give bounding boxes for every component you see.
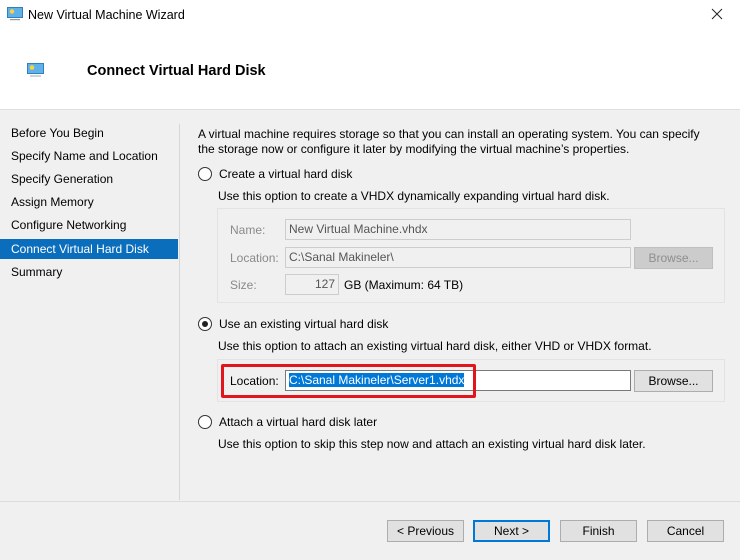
radio-button[interactable]: [198, 167, 212, 181]
size-label: Size:: [230, 278, 257, 292]
size-unit-label: GB (Maximum: 64 TB): [344, 278, 464, 292]
radio-attach-later[interactable]: Attach a virtual hard disk later: [198, 415, 377, 429]
selected-text: C:\Sanal Makineler\Server1.vhdx: [289, 373, 465, 387]
radio-label: Create a virtual hard disk: [219, 167, 353, 181]
page-title: Connect Virtual Hard Disk: [87, 63, 266, 79]
create-option-description: Use this option to create a VHDX dynamic…: [218, 189, 610, 203]
cancel-button[interactable]: Cancel: [647, 520, 724, 542]
intro-text: A virtual machine requires storage so th…: [198, 127, 700, 156]
wizard-header: Connect Virtual Hard Disk: [0, 30, 740, 110]
radio-use-existing-virtual-hard-disk[interactable]: Use an existing virtual hard disk: [198, 317, 388, 331]
existing-disk-group: Location: C:\Sanal Makineler\Server1.vhd…: [217, 359, 725, 402]
location-label: Location:: [230, 251, 279, 265]
size-field[interactable]: 127: [285, 274, 339, 295]
previous-button[interactable]: < Previous: [387, 520, 464, 542]
sidebar-item-before-you-begin[interactable]: Before You Begin: [0, 123, 178, 143]
close-button[interactable]: [694, 0, 740, 30]
wizard-steps-sidebar: Before You Begin Specify Name and Locati…: [0, 111, 190, 501]
finish-button[interactable]: Finish: [560, 520, 637, 542]
sidebar-item-summary[interactable]: Summary: [0, 262, 178, 282]
radio-button-checked[interactable]: [198, 317, 212, 331]
later-option-description: Use this option to skip this step now an…: [218, 437, 646, 451]
existing-option-description: Use this option to attach an existing vi…: [218, 339, 652, 353]
name-field[interactable]: New Virtual Machine.vhdx: [285, 219, 631, 240]
next-button[interactable]: Next >: [473, 520, 550, 542]
create-disk-group: Name: New Virtual Machine.vhdx Location:…: [217, 208, 725, 303]
browse-button[interactable]: Browse...: [634, 370, 713, 392]
sidebar-item-connect-virtual-hard-disk[interactable]: Connect Virtual Hard Disk: [0, 239, 178, 259]
radio-create-virtual-hard-disk[interactable]: Create a virtual hard disk: [198, 167, 352, 181]
existing-location-label: Location:: [230, 374, 279, 388]
radio-button[interactable]: [198, 415, 212, 429]
virtual-machine-icon: [27, 63, 44, 81]
sidebar-item-configure-networking[interactable]: Configure Networking: [0, 215, 178, 235]
existing-location-input[interactable]: C:\Sanal Makineler\Server1.vhdx: [285, 370, 631, 391]
close-icon: [711, 8, 723, 23]
content-panel: A virtual machine requires storage so th…: [198, 111, 738, 501]
sidebar-item-assign-memory[interactable]: Assign Memory: [0, 192, 178, 212]
radio-label: Use an existing virtual hard disk: [219, 317, 389, 331]
location-field[interactable]: C:\Sanal Makineler\: [285, 247, 631, 268]
sidebar-divider: [179, 124, 180, 500]
sidebar-item-specify-generation[interactable]: Specify Generation: [0, 169, 178, 189]
virtual-machine-icon: [7, 7, 23, 24]
name-label: Name:: [230, 223, 266, 237]
title-bar: New Virtual Machine Wizard: [0, 0, 740, 30]
radio-label: Attach a virtual hard disk later: [219, 415, 378, 429]
window-title: New Virtual Machine Wizard: [28, 8, 185, 22]
footer-divider: [0, 501, 740, 502]
sidebar-item-specify-name-and-location[interactable]: Specify Name and Location: [0, 146, 178, 166]
browse-button-disabled[interactable]: Browse...: [634, 247, 713, 269]
